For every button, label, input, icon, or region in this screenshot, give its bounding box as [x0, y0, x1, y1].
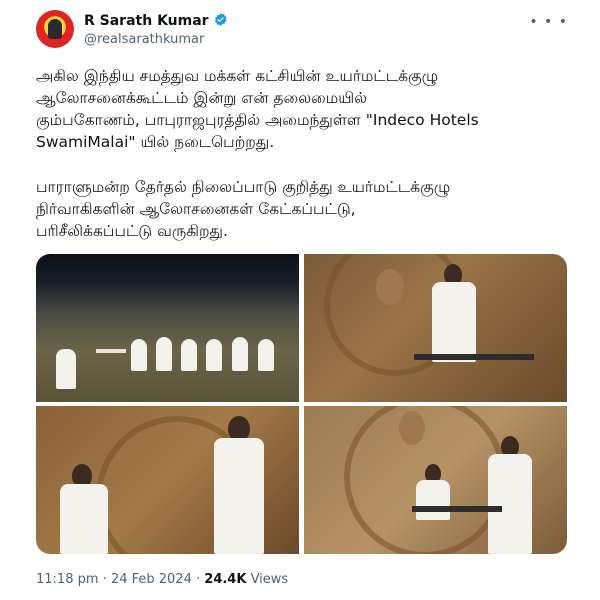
media-grid [36, 254, 567, 554]
tweet-date[interactable]: 24 Feb 2024 [111, 572, 192, 587]
tweet-meta: 11:18 pm · 24 Feb 2024 · 24.4K Views [36, 572, 288, 587]
photo-4[interactable] [304, 406, 567, 554]
photo-1[interactable] [36, 254, 299, 402]
more-horizontal-icon[interactable]: • • • [529, 14, 568, 30]
tweet-time[interactable]: 11:18 pm [36, 572, 99, 587]
meta-separator-2: · [196, 572, 201, 587]
views-count: 24.4K [204, 572, 247, 587]
meta-separator: · [102, 572, 107, 587]
views-label: Views [250, 572, 289, 587]
avatar[interactable] [36, 10, 74, 48]
tweet-text-paragraph-2: பாராளுமன்ற தேர்தல் நிலைப்பாடு குறித்து உ… [36, 178, 451, 240]
author-name-text[interactable]: R Sarath Kumar [84, 13, 209, 29]
author-name[interactable]: R Sarath Kumar [84, 12, 228, 29]
tweet-text-paragraph-1: அகில இந்திய சமத்துவ மக்கள் கட்சியின் உயர… [36, 67, 479, 151]
photo-2[interactable] [304, 254, 567, 402]
author-handle[interactable]: @realsarathkumar [84, 32, 204, 47]
verified-badge-icon [214, 12, 227, 27]
photo-3[interactable] [36, 406, 299, 554]
tweet-card: R Sarath Kumar @realsarathkumar • • • அக… [0, 0, 600, 600]
